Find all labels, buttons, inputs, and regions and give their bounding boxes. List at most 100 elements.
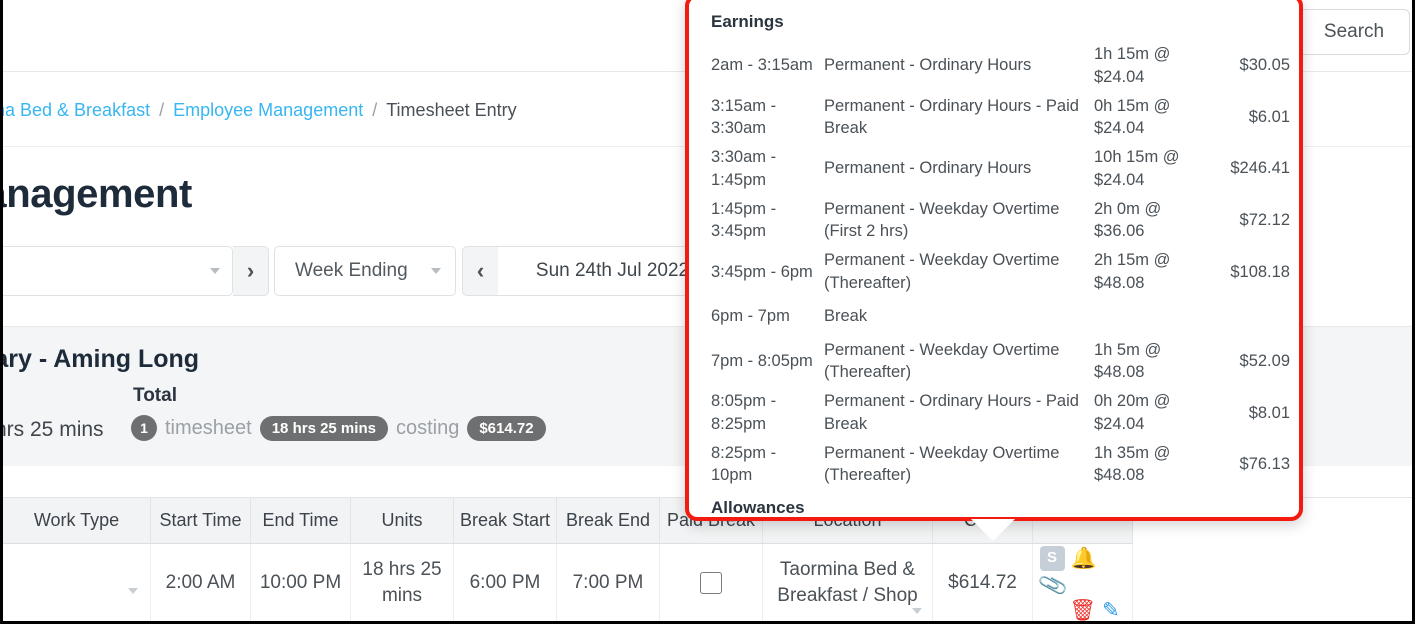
earnings-description: Permanent - Weekday Overtime (Thereafter…	[824, 249, 1094, 295]
earnings-description: Permanent - Ordinary Hours	[824, 157, 1094, 180]
earnings-row: 3:30am - 1:45pm Permanent - Ordinary Hou…	[711, 143, 1279, 195]
earnings-amount: $30.05	[1212, 54, 1290, 77]
earnings-description: Permanent - Ordinary Hours	[824, 54, 1094, 77]
earnings-description: Break	[824, 305, 1094, 328]
earnings-row: 1:45pm - 3:45pm Permanent - Weekday Over…	[711, 195, 1279, 247]
earnings-row: 7pm - 8:05pm Permanent - Weekday Overtim…	[711, 336, 1279, 388]
earnings-row: 8:25pm - 10pm Permanent - Weekday Overti…	[711, 439, 1279, 491]
earnings-row: 8:05pm - 8:25pm Permanent - Ordinary Hou…	[711, 387, 1279, 439]
breadcrumb-separator: /	[159, 100, 164, 121]
cell-end-time[interactable]: 10:00 PM	[251, 544, 351, 622]
paperclip-icon[interactable]: 📎	[1037, 571, 1069, 600]
breadcrumb-separator: /	[372, 100, 377, 121]
earnings-amount: $8.01	[1212, 402, 1290, 425]
status-badge[interactable]: S	[1040, 546, 1065, 571]
allowances-heading: Allowances	[711, 498, 1279, 518]
search-button-label: Search	[1324, 21, 1384, 43]
earnings-time: 8:05pm - 8:25pm	[711, 390, 824, 436]
cell-break-start[interactable]: 6:00 PM	[454, 544, 557, 622]
next-employee-button[interactable]: ›	[233, 246, 269, 296]
employee-select[interactable]	[0, 246, 233, 296]
search-button[interactable]: Search	[1298, 9, 1410, 55]
trash-icon[interactable]: 🗑	[1070, 600, 1097, 621]
earnings-description: Permanent - Ordinary Hours - Paid Break	[824, 390, 1094, 436]
cell-paid-break	[660, 544, 763, 622]
costing-word: costing	[396, 417, 459, 440]
column-header-units[interactable]: Units	[351, 498, 454, 544]
bell-icon[interactable]: 🔔	[1071, 548, 1097, 569]
column-header-work-type[interactable]: Work Type	[3, 498, 151, 544]
cell-cost[interactable]: $614.72	[933, 544, 1033, 622]
chevron-down-icon	[912, 608, 922, 614]
summary-totals-line: 1 timesheet 18 hrs 25 mins costing $614.…	[131, 415, 546, 441]
earnings-time: 2am - 3:15am	[711, 54, 824, 77]
previous-week-button[interactable]: ‹	[462, 246, 498, 296]
column-header-end-time[interactable]: End Time	[251, 498, 351, 544]
breadcrumb-item-employee-management[interactable]: Employee Management	[173, 100, 363, 121]
breadcrumb-item-timesheet-entry: Timesheet Entry	[386, 100, 516, 121]
earnings-rate: 2h 0m @ $36.06	[1094, 198, 1212, 244]
earnings-row: 2am - 3:15am Permanent - Ordinary Hours …	[711, 40, 1279, 92]
earnings-description: Permanent - Weekday Overtime (Thereafter…	[824, 442, 1094, 488]
chevron-down-icon	[210, 268, 220, 274]
earnings-description: Permanent - Ordinary Hours - Paid Break	[824, 95, 1094, 141]
timesheet-word: timesheet	[165, 417, 252, 440]
earnings-rate: 0h 15m @ $24.04	[1094, 95, 1212, 141]
period-select-value: Week Ending	[295, 260, 408, 282]
earnings-rate: 0h 20m @ $24.04	[1094, 390, 1212, 436]
earnings-amount: $246.41	[1212, 157, 1290, 180]
earnings-breakdown-popup: Earnings 2am - 3:15am Permanent - Ordina…	[685, 0, 1303, 521]
earnings-heading: Earnings	[711, 12, 1279, 32]
chevron-down-icon	[128, 588, 138, 594]
chevron-left-icon: ‹	[477, 258, 484, 284]
earnings-rate: 1h 15m @ $24.04	[1094, 43, 1212, 89]
earnings-time: 6pm - 7pm	[711, 305, 824, 328]
period-select[interactable]: Week Ending	[274, 246, 456, 296]
popup-arrow	[971, 519, 1015, 541]
earnings-description: Permanent - Weekday Overtime (First 2 hr…	[824, 198, 1094, 244]
earnings-time: 3:45pm - 6pm	[711, 261, 824, 284]
breadcrumb: mina Bed & Breakfast / Employee Manageme…	[3, 100, 517, 121]
paid-break-checkbox[interactable]	[700, 572, 722, 594]
earnings-time: 7pm - 8:05pm	[711, 350, 824, 373]
earnings-rate: 1h 5m @ $48.08	[1094, 339, 1212, 385]
chevron-down-icon	[431, 268, 441, 274]
breadcrumb-item-org[interactable]: mina Bed & Breakfast	[0, 100, 150, 121]
page-title: et Management	[0, 172, 192, 217]
app-screen: Search mina Bed & Breakfast / Employee M…	[0, 0, 1415, 624]
cell-location-value: Taormina Bed & Breakfast / Shop	[763, 557, 932, 608]
cell-location[interactable]: Taormina Bed & Breakfast / Shop	[763, 544, 933, 622]
cost-badge: $614.72	[467, 416, 545, 441]
summary-title: Summary - Aming Long	[0, 345, 199, 374]
earnings-rate: 10h 15m @ $24.04	[1094, 146, 1212, 192]
earnings-time: 3:30am - 1:45pm	[711, 146, 824, 192]
earnings-amount: $76.13	[1212, 453, 1290, 476]
earnings-rate: 2h 15m @ $48.08	[1094, 249, 1212, 295]
cell-start-time[interactable]: 2:00 AM	[151, 544, 251, 622]
pencil-icon[interactable]: ✎	[1102, 600, 1120, 621]
column-header-break-end[interactable]: Break End	[557, 498, 660, 544]
cell-actions: S 🔔 📎 🗑 ✎	[1033, 544, 1133, 622]
earnings-time: 8:25pm - 10pm	[711, 442, 824, 488]
chevron-right-icon: ›	[247, 258, 254, 284]
earnings-amount: $52.09	[1212, 350, 1290, 373]
cell-work-type[interactable]	[3, 544, 151, 622]
earnings-row: 3:15am - 3:30am Permanent - Ordinary Hou…	[711, 92, 1279, 144]
earnings-breakdown-body: Earnings 2am - 3:15am Permanent - Ordina…	[689, 0, 1299, 521]
earnings-amount: $6.01	[1212, 106, 1290, 129]
row-action-group: S 🔔 📎 🗑 ✎	[1040, 546, 1126, 621]
earnings-amount: $72.12	[1212, 209, 1290, 232]
duration-badge: 18 hrs 25 mins	[260, 416, 388, 441]
earnings-amount: $108.18	[1212, 261, 1290, 284]
week-ending-date-value: Sun 24th Jul 2022	[536, 260, 689, 282]
table-row: 2:00 AM 10:00 PM 18 hrs 25 mins 6:00 PM …	[3, 544, 1415, 622]
cell-break-end[interactable]: 7:00 PM	[557, 544, 660, 622]
earnings-description: Permanent - Weekday Overtime (Thereafter…	[824, 339, 1094, 385]
summary-total-label: Total	[133, 385, 177, 407]
summary-hours-left: hrs 25 mins	[0, 418, 104, 442]
earnings-time: 3:15am - 3:30am	[711, 95, 824, 141]
earnings-time: 1:45pm - 3:45pm	[711, 198, 824, 244]
timesheet-count-badge: 1	[131, 415, 157, 441]
column-header-break-start[interactable]: Break Start	[454, 498, 557, 544]
column-header-start-time[interactable]: Start Time	[151, 498, 251, 544]
